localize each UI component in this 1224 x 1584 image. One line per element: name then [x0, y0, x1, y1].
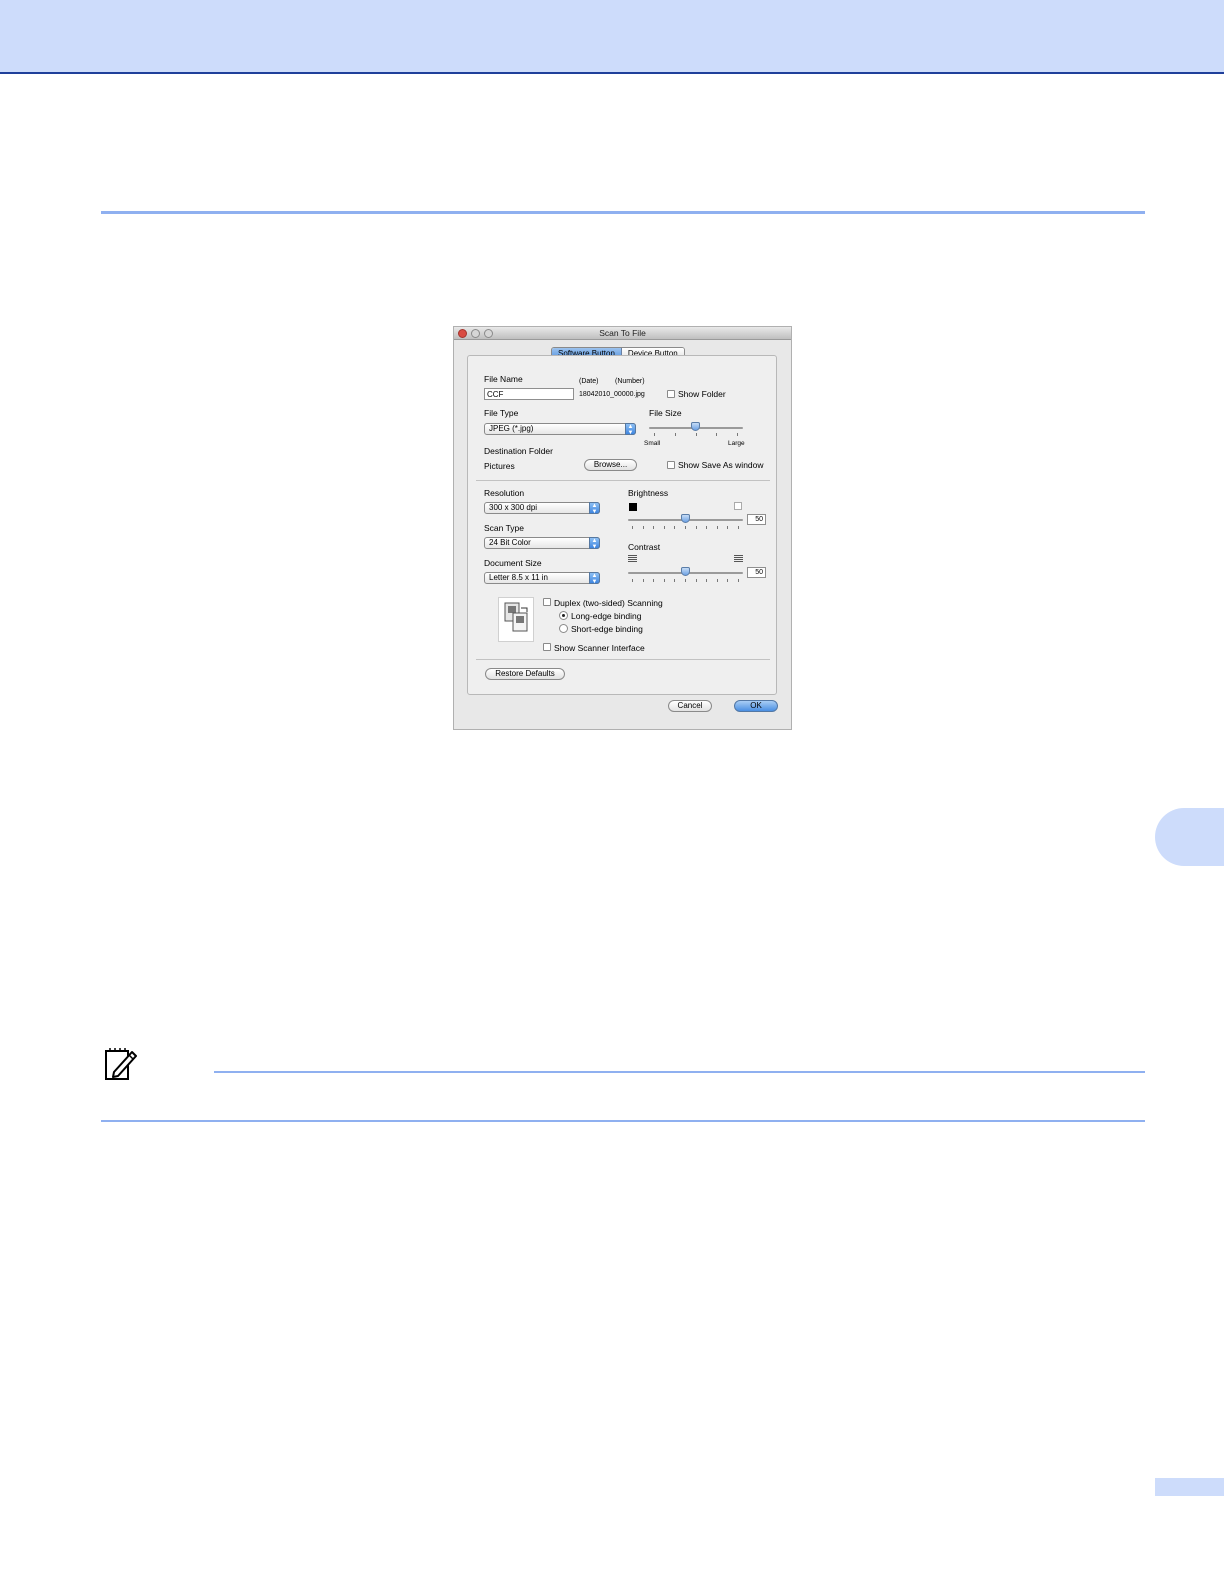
- contrast-slider-thumb[interactable]: [680, 567, 690, 576]
- file-size-label: File Size: [649, 408, 682, 418]
- document-size-value: Letter 8.5 x 11 in: [489, 573, 548, 582]
- brightness-value-field[interactable]: 50: [747, 514, 766, 525]
- section-rule: [101, 211, 1145, 214]
- window-title: Scan To File: [599, 328, 646, 338]
- brightness-ticks: [632, 526, 739, 530]
- file-size-max-label: Large: [728, 440, 745, 447]
- destination-folder-label: Destination Folder: [484, 446, 553, 456]
- show-save-as-checkbox[interactable]: [667, 461, 675, 469]
- short-edge-radio[interactable]: [559, 624, 568, 633]
- header-band: [0, 0, 1224, 74]
- popup-arrows-icon: ▲ ▼: [589, 502, 600, 515]
- file-type-value: JPEG (*.jpg): [489, 424, 534, 433]
- file-name-preview: 18042010_00000.jpg: [579, 391, 645, 398]
- note-rule: [214, 1071, 1145, 1073]
- show-folder-label: Show Folder: [678, 389, 726, 399]
- file-size-ticks: [654, 433, 738, 437]
- restore-defaults-button[interactable]: Restore Defaults: [485, 668, 565, 680]
- number-label: (Number): [615, 378, 645, 385]
- short-edge-label: Short-edge binding: [571, 624, 643, 634]
- note-end-rule: [101, 1120, 1145, 1122]
- file-size-min-label: Small: [644, 440, 661, 447]
- brightness-slider-thumb[interactable]: [680, 514, 690, 523]
- file-name-label: File Name: [484, 374, 523, 384]
- chapter-tab: [1155, 808, 1224, 866]
- brightness-label: Brightness: [628, 488, 669, 498]
- scan-to-file-dialog: Scan To File Software Button Device Butt…: [453, 326, 792, 730]
- document-size-select[interactable]: Letter 8.5 x 11 in ▲ ▼: [484, 572, 600, 585]
- note-pencil-icon: [105, 1048, 137, 1080]
- separator: [476, 480, 770, 481]
- popup-arrows-icon: ▲ ▼: [589, 537, 600, 550]
- popup-arrows-icon: ▲ ▼: [625, 423, 636, 436]
- high-contrast-icon: [734, 555, 743, 563]
- dark-swatch-icon: [629, 503, 637, 511]
- destination-folder-value: Pictures: [484, 461, 515, 471]
- resolution-label: Resolution: [484, 488, 525, 498]
- file-type-label: File Type: [484, 408, 519, 418]
- show-save-as-label: Show Save As window: [678, 460, 764, 470]
- light-swatch-icon: [734, 502, 742, 510]
- show-folder-checkbox[interactable]: [667, 390, 675, 398]
- file-size-slider-thumb[interactable]: [691, 422, 700, 431]
- file-name-input[interactable]: [484, 388, 574, 400]
- scan-type-select[interactable]: 24 Bit Color ▲ ▼: [484, 537, 600, 550]
- page-number-tab: [1155, 1478, 1224, 1496]
- separator: [476, 659, 770, 660]
- date-label: (Date): [579, 378, 599, 385]
- scan-type-value: 24 Bit Color: [489, 538, 531, 547]
- cancel-button[interactable]: Cancel: [668, 700, 712, 712]
- popup-arrows-icon: ▲ ▼: [589, 572, 600, 585]
- resolution-value: 300 x 300 dpi: [489, 503, 538, 512]
- duplex-checkbox[interactable]: [543, 598, 551, 606]
- duplex-scan-icon: [498, 597, 534, 642]
- contrast-ticks: [632, 579, 739, 583]
- browse-button[interactable]: Browse...: [584, 459, 637, 471]
- duplex-label: Duplex (two-sided) Scanning: [554, 598, 663, 608]
- long-edge-radio[interactable]: [559, 611, 568, 620]
- scan-type-label: Scan Type: [484, 523, 525, 533]
- low-contrast-icon: [628, 555, 637, 563]
- title-bar[interactable]: Scan To File: [454, 327, 791, 340]
- document-size-label: Document Size: [484, 558, 542, 568]
- settings-panel: File Name (Date) (Number) 18042010_00000…: [467, 355, 777, 695]
- show-scanner-interface-label: Show Scanner Interface: [554, 643, 645, 653]
- file-type-select[interactable]: JPEG (*.jpg) ▲ ▼: [484, 423, 636, 436]
- show-scanner-interface-checkbox[interactable]: [543, 643, 551, 651]
- contrast-value-field[interactable]: 50: [747, 567, 766, 578]
- resolution-select[interactable]: 300 x 300 dpi ▲ ▼: [484, 502, 600, 515]
- ok-button[interactable]: OK: [734, 700, 778, 712]
- contrast-label: Contrast: [628, 542, 661, 552]
- long-edge-label: Long-edge binding: [571, 611, 642, 621]
